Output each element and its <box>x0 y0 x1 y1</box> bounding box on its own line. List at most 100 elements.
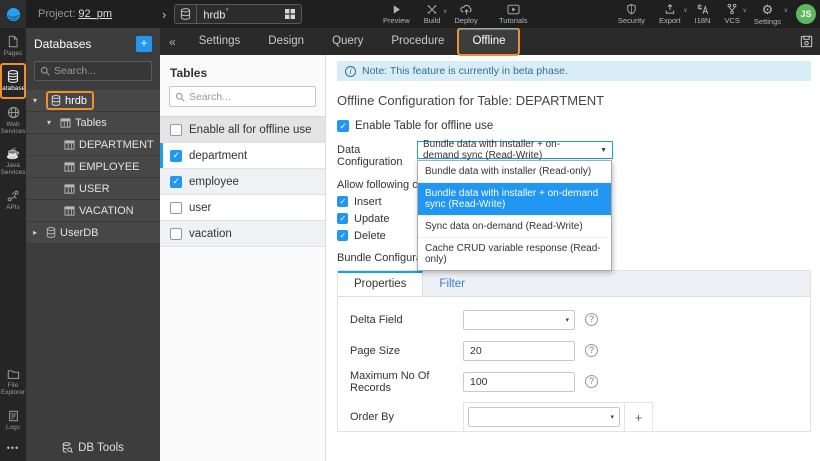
checkbox-checked[interactable] <box>337 120 349 132</box>
tree-item-userdb[interactable]: ▸ UserDB <box>26 222 160 244</box>
settings-label: Settings <box>753 16 781 26</box>
caret-down-icon[interactable]: ▾ <box>47 118 56 127</box>
tab-procedure[interactable]: Procedure <box>377 28 458 55</box>
sidebar-item-databases[interactable]: Databases <box>0 63 29 99</box>
page-size-input[interactable] <box>463 340 575 361</box>
dropdown-option[interactable]: Bundle data with installer (Read-only) <box>418 161 611 183</box>
api-nodes-icon <box>7 190 19 202</box>
grid-view-icon[interactable] <box>279 8 301 20</box>
tree-item-hrdb[interactable]: ▾ hrdb <box>26 90 160 112</box>
table-row-vacation[interactable]: vacation <box>160 221 325 247</box>
db-tools-button[interactable]: DB Tools <box>26 434 160 461</box>
i18n-button[interactable]: I18N <box>695 3 710 25</box>
tab-query[interactable]: Query <box>318 28 377 55</box>
order-by-select[interactable]: ▾ <box>468 407 620 427</box>
tutorials-button[interactable]: Tutorials <box>499 4 527 25</box>
row-label: user <box>189 201 212 214</box>
security-label: Security <box>617 16 645 25</box>
preview-button[interactable]: Preview <box>383 4 410 25</box>
checkbox-checked[interactable] <box>337 196 348 207</box>
search-icon <box>175 92 185 102</box>
row-label: department <box>189 149 248 162</box>
save-button[interactable] <box>800 35 813 48</box>
page-icon <box>8 35 18 48</box>
settings-button[interactable]: ⚙ ∨ Settings <box>753 3 788 26</box>
deploy-label: Deploy <box>454 15 478 25</box>
export-button[interactable]: ∨ Export <box>658 3 688 25</box>
tab-design[interactable]: Design <box>254 28 318 55</box>
export-label: Export <box>658 16 681 25</box>
tab-settings[interactable]: Settings <box>185 28 255 55</box>
enable-table-label: Enable Table for offline use <box>355 120 494 132</box>
sidebar-item-label: Logs <box>5 423 21 431</box>
help-icon[interactable] <box>585 375 598 388</box>
tree-item-department[interactable]: DEPARTMENT <box>26 134 160 156</box>
help-icon[interactable] <box>585 344 598 357</box>
sidebar-item-pages[interactable]: Pages <box>0 28 26 63</box>
open-doc-tab-hrdb[interactable]: hrdb* <box>174 4 303 24</box>
tree-item-tables[interactable]: ▾ Tables <box>26 112 160 134</box>
checkbox-checked[interactable] <box>337 230 348 241</box>
help-icon[interactable] <box>585 313 598 326</box>
tree-item-employee[interactable]: EMPLOYEE <box>26 156 160 178</box>
play-icon <box>393 4 400 14</box>
data-configuration-label: Data Configuration <box>337 144 403 168</box>
dropdown-arrow-icon: ▾ <box>610 414 614 421</box>
checkbox-unchecked[interactable] <box>170 227 182 240</box>
checkbox-checked[interactable] <box>337 213 348 224</box>
tab-offline[interactable]: Offline <box>457 27 521 56</box>
build-button[interactable]: ∨ Build <box>424 4 447 25</box>
select-value[interactable]: Bundle data with installer + on-demand s… <box>417 139 613 161</box>
table-row-department[interactable]: department <box>160 143 325 169</box>
enable-all-row[interactable]: Enable all for offline use <box>160 117 325 143</box>
add-database-button[interactable]: + <box>136 36 152 52</box>
sidebar-item-web-services[interactable]: Web Services <box>0 99 26 142</box>
tree-item-vacation[interactable]: VACATION <box>26 200 160 222</box>
dropdown-option-selected[interactable]: Bundle data with installer + on-demand s… <box>418 183 611 216</box>
checkbox-unchecked[interactable] <box>170 201 182 214</box>
database-icon <box>46 227 56 238</box>
row-label: vacation <box>189 227 232 240</box>
tab-filter[interactable]: Filter <box>423 271 481 296</box>
vcs-button[interactable]: ∨ VCS <box>724 3 747 25</box>
sidebar-item-file-explorer[interactable]: File Explorer <box>0 362 26 403</box>
caret-right-icon[interactable]: ▸ <box>33 228 42 237</box>
tree-item-label: DEPARTMENT <box>79 138 154 151</box>
checkbox-unchecked[interactable] <box>170 123 182 136</box>
checkbox-checked[interactable] <box>170 149 182 162</box>
project-name[interactable]: 92_pm <box>78 8 112 20</box>
order-by-select-cell: ▾ <box>464 403 624 431</box>
security-button[interactable]: Security <box>618 3 645 25</box>
table-row-user[interactable]: user <box>160 195 325 221</box>
tree-item-user[interactable]: USER <box>26 178 160 200</box>
sidebar-item-java-services[interactable]: ☕ Java Services <box>0 142 26 183</box>
breadcrumb-chevron-icon[interactable]: › <box>162 7 166 22</box>
enable-table-checkbox-row[interactable]: Enable Table for offline use <box>337 120 811 132</box>
wavemaker-logo[interactable] <box>0 0 26 28</box>
caret-down-icon[interactable]: ▾ <box>33 96 42 105</box>
tables-panel-title: Tables <box>170 66 208 80</box>
checkbox-checked[interactable] <box>170 175 182 188</box>
sidebar-item-apis[interactable]: APIs <box>0 183 26 217</box>
bundle-configuration-panel: Properties Filter Delta Field ▾ Page Siz… <box>337 270 811 432</box>
more-options-icon[interactable]: ••• <box>0 437 26 455</box>
dropdown-option[interactable]: Sync data on-demand (Read-Write) <box>418 216 611 238</box>
sidebar-item-logs[interactable]: Logs <box>0 403 26 437</box>
vcs-label: VCS <box>724 16 740 25</box>
tab-properties[interactable]: Properties <box>338 271 424 296</box>
databases-search-input[interactable]: Search... <box>34 61 152 81</box>
data-configuration-select[interactable]: Bundle data with installer + on-demand s… <box>417 139 613 271</box>
deploy-button[interactable]: Deploy <box>454 4 478 25</box>
tables-search-input[interactable]: Search... <box>169 86 316 107</box>
collapse-panel-icon[interactable]: « <box>160 35 185 49</box>
dropdown-option[interactable]: Cache CRUD variable response (Read-only) <box>418 238 611 270</box>
build-tools-icon <box>427 4 437 14</box>
add-order-by-button[interactable]: + <box>624 403 652 431</box>
databases-panel: Databases + Search... ▾ hrdb ▾ Tables DE… <box>26 28 160 461</box>
tree-item-label: USER <box>79 182 110 195</box>
delta-field-select[interactable]: ▾ <box>463 309 575 330</box>
user-avatar[interactable]: JS <box>796 4 816 24</box>
max-records-input[interactable] <box>463 371 575 392</box>
table-row-employee[interactable]: employee <box>160 169 325 195</box>
doc-tab-name: hrdb* <box>203 6 229 22</box>
